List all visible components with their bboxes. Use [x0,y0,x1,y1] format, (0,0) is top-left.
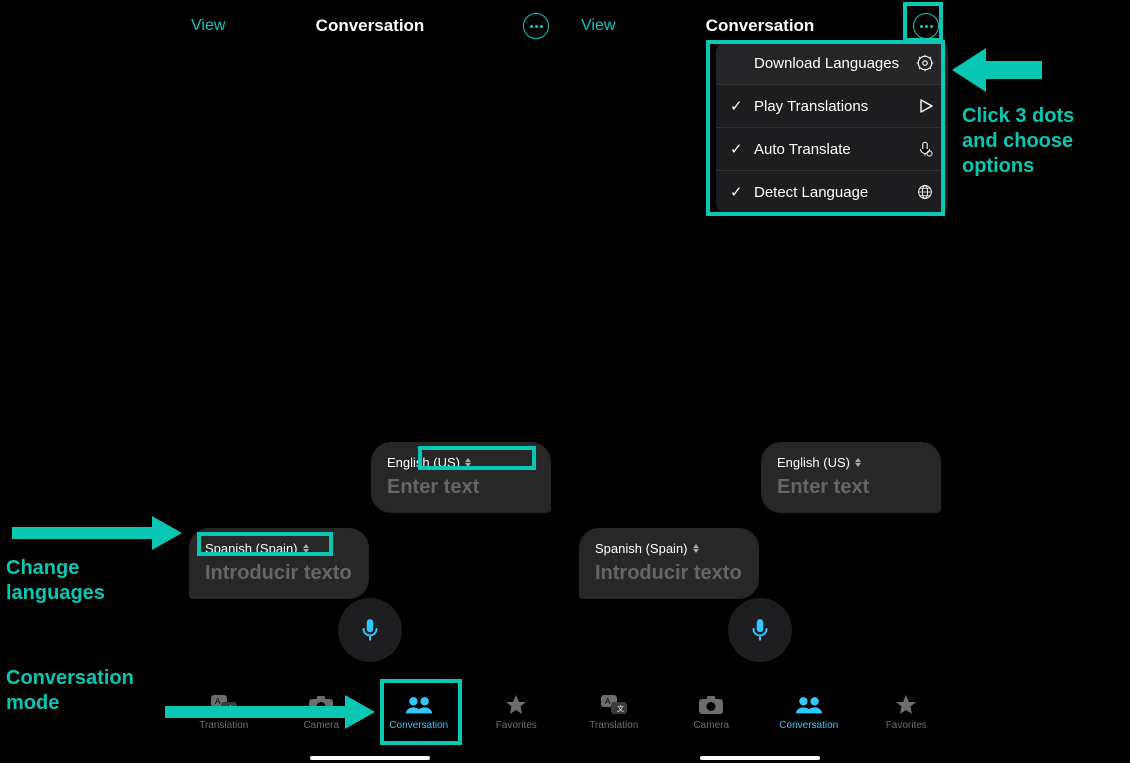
check-icon: ✓ [730,140,744,158]
updown-icon [303,544,309,553]
options-menu: Download Languages ✓ Play Translations ✓ A… [716,42,948,213]
language-label: English (US) [387,455,460,470]
english-language-selector[interactable]: English (US) [777,455,861,470]
spanish-bubble[interactable]: Spanish (Spain) Introducir texto [189,528,369,599]
tab-label: Favorites [886,720,927,731]
menu-label: Download Languages [754,55,899,72]
updown-icon [693,544,699,553]
tab-label: Conversation [389,720,448,731]
three-dots-icon [920,25,933,28]
phone-screen-left: View Conversation English (US) Enter tex… [175,0,565,763]
microphone-button[interactable] [728,598,792,662]
annotation-change-languages: Change languages [6,556,105,606]
star-icon [502,693,530,717]
check-icon: ✓ [730,183,744,201]
svg-text:文: 文 [617,704,624,713]
top-bar: View Conversation [565,8,955,44]
english-bubble[interactable]: English (US) Enter text [371,442,551,513]
spanish-bubble[interactable]: Spanish (Spain) Introducir texto [579,528,759,599]
screen-title: Conversation [565,16,955,36]
spanish-placeholder: Introducir texto [595,562,743,585]
translation-icon: A文 [600,693,628,717]
menu-download-languages[interactable]: Download Languages [716,42,948,84]
annotation-conversation-mode: Conversation mode [6,666,134,716]
tab-label: Conversation [779,720,838,731]
spanish-language-selector[interactable]: Spanish (Spain) [595,541,699,556]
tab-label: Camera [693,720,729,731]
view-button[interactable]: View [581,17,615,35]
microphone-icon [357,617,383,643]
english-bubble[interactable]: English (US) Enter text [761,442,941,513]
spanish-placeholder: Introducir texto [205,562,353,585]
tab-label: Translation [589,720,638,731]
menu-detect-language[interactable]: ✓ Detect Language [716,170,948,213]
microphone-button[interactable] [338,598,402,662]
menu-label: Auto Translate [754,141,851,158]
camera-icon [697,693,725,717]
arrow-conversation-mode [165,695,375,729]
updown-icon [465,458,471,467]
play-icon [918,98,934,114]
language-label: Spanish (Spain) [595,541,688,556]
globe-icon [916,183,934,201]
three-dots-icon [530,25,543,28]
menu-auto-translate[interactable]: ✓ Auto Translate [716,127,948,170]
language-label: Spanish (Spain) [205,541,298,556]
english-placeholder: Enter text [387,476,535,499]
tab-camera[interactable]: Camera [671,693,751,731]
microphone-icon [747,617,773,643]
menu-play-translations[interactable]: ✓ Play Translations [716,84,948,127]
tab-label: Favorites [496,720,537,731]
arrow-change-languages [12,516,182,550]
home-indicator[interactable] [310,756,430,760]
tab-translation[interactable]: A文 Translation [574,693,654,731]
mic-auto-icon [916,140,934,158]
tab-favorites[interactable]: Favorites [476,693,556,731]
language-label: English (US) [777,455,850,470]
spanish-language-selector[interactable]: Spanish (Spain) [205,541,309,556]
phone-screen-right: View Conversation Download Languages ✓ Pl… [565,0,955,763]
more-options-button[interactable] [523,13,549,39]
conversation-icon [405,693,433,717]
star-icon [892,693,920,717]
arrow-click-dots [952,48,1042,92]
view-button[interactable]: View [191,17,225,35]
tab-conversation[interactable]: Conversation [379,693,459,731]
check-icon: ✓ [730,97,744,115]
tab-bar: A文 Translation Camera Conversation Favor… [565,689,955,755]
home-indicator[interactable] [700,756,820,760]
menu-label: Play Translations [754,98,868,115]
conversation-icon [795,693,823,717]
tab-conversation[interactable]: Conversation [769,693,849,731]
annotation-click-dots: Click 3 dots and choose options [962,104,1074,179]
tab-favorites[interactable]: Favorites [866,693,946,731]
english-placeholder: Enter text [777,476,925,499]
top-bar: View Conversation [175,8,565,44]
svg-text:A: A [605,697,611,706]
gear-icon [916,54,934,72]
english-language-selector[interactable]: English (US) [387,455,471,470]
screen-title: Conversation [175,16,565,36]
more-options-button[interactable] [913,13,939,39]
menu-label: Detect Language [754,184,868,201]
updown-icon [855,458,861,467]
